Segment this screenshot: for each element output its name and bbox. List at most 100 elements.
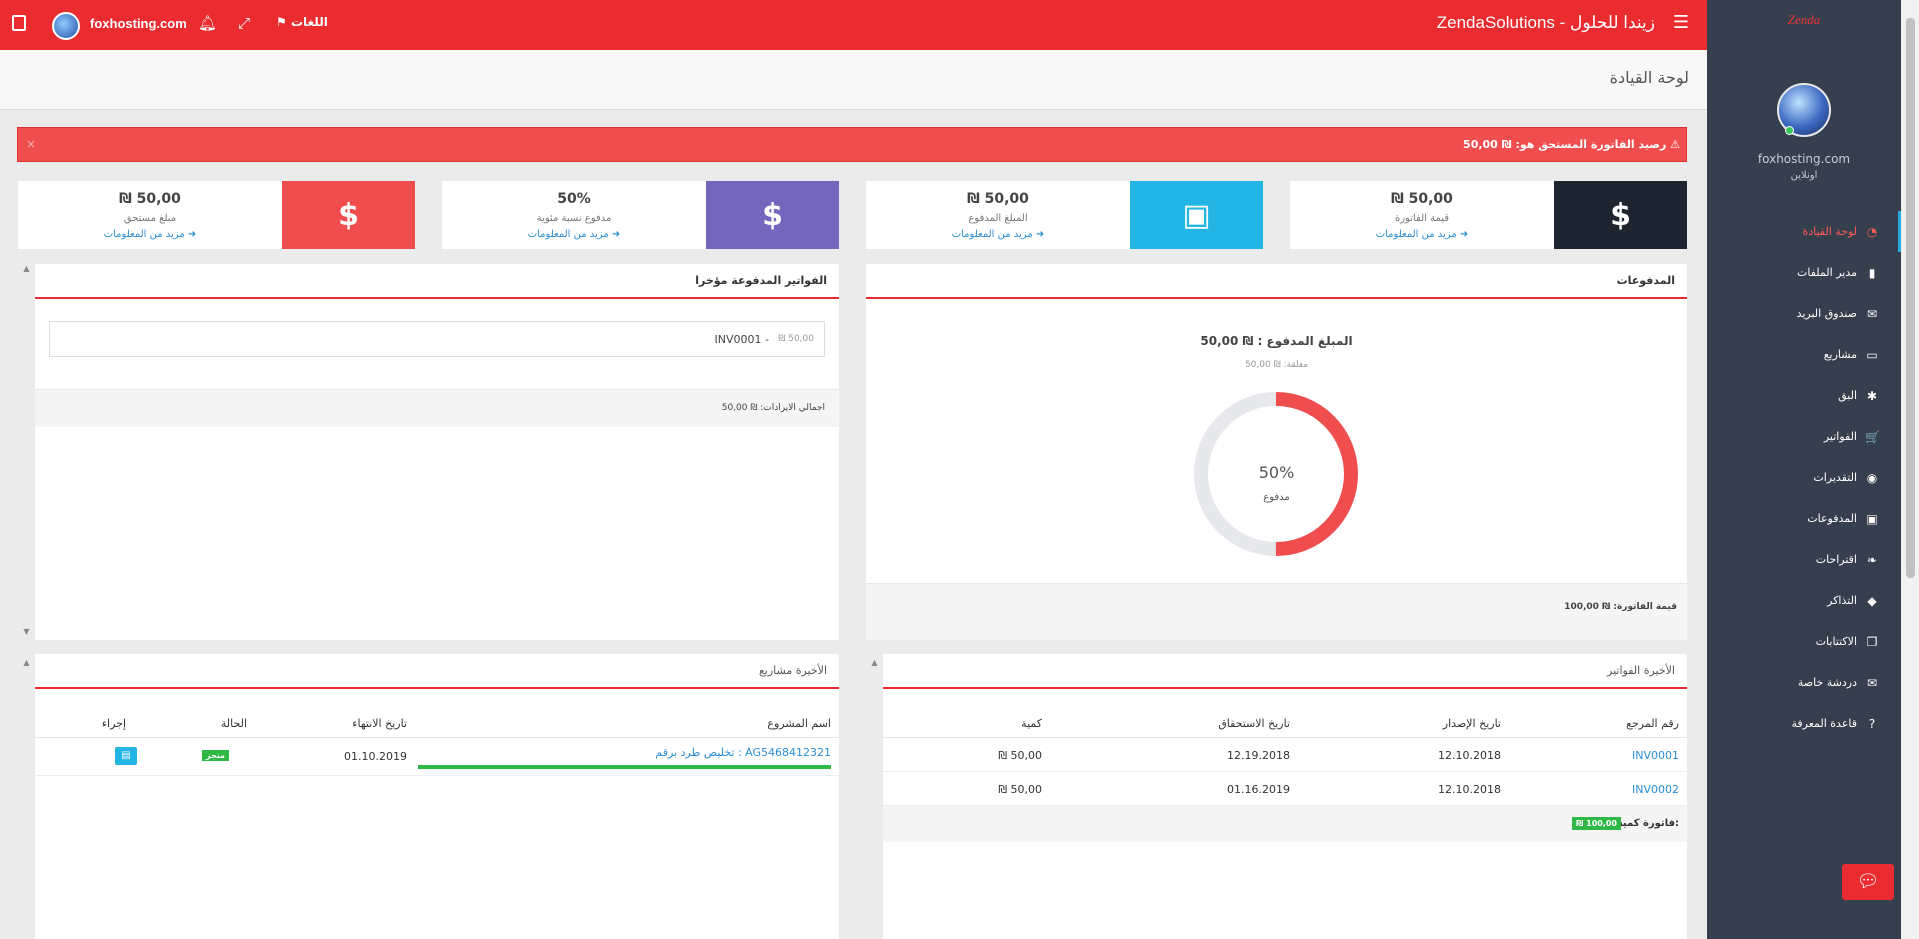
sidebar-item-projects[interactable]: مشاريع ▭	[1707, 334, 1901, 375]
sidebar-item-mailbox[interactable]: صندوق البريد ✉	[1707, 293, 1901, 334]
paid-invoice-item[interactable]: ₪ 50,00 INV0001 -	[49, 321, 825, 357]
more-info-text: مزيد من المعلومات	[1375, 229, 1457, 240]
dollar-icon: $	[706, 181, 839, 249]
project-end-date: 01.10.2019	[344, 750, 407, 763]
project-name-link[interactable]: تخليص طرد برقم : AG5468412321	[655, 746, 831, 759]
chat-button[interactable]: 💬︎	[1842, 864, 1894, 900]
panel-scrollbar[interactable]: ▲	[18, 654, 35, 939]
invoice-total-label: فاتورة كمية:	[1616, 818, 1679, 829]
folder-open-icon: ▭	[1866, 347, 1878, 362]
panel-divider	[35, 297, 839, 299]
projects-table: اسم المشروع تاريخ الانتهاء الحالة إجراء …	[35, 708, 839, 776]
sidebar-item-label: صندوق البريد	[1796, 307, 1857, 320]
sidebar-item-payments[interactable]: المدفوعات ▣	[1707, 498, 1901, 539]
more-info-link[interactable]: مزيد من المعلومات ➜	[1290, 229, 1554, 240]
gauge-icon: ◉	[1866, 470, 1878, 485]
language-menu[interactable]: ⚑ اللغات	[276, 15, 328, 29]
dollar-icon: $	[1554, 181, 1687, 249]
paid-invoice-amount: ₪ 50,00	[778, 334, 814, 344]
stat-label: مبلغ مستحق	[123, 213, 177, 224]
scroll-up-icon[interactable]: ▲	[866, 658, 883, 667]
recent-projects-panel: الأخيرة مشاريع اسم المشروع تاريخ الانتها…	[35, 654, 839, 939]
invoice-issued: 12.10.2018	[1438, 783, 1501, 796]
arrow-circle-icon: ➜	[1035, 229, 1045, 240]
sidebar-item-tickets[interactable]: التذاكر ◆	[1707, 580, 1901, 621]
stat-value: ₪ 50,00	[1391, 191, 1453, 207]
sidebar-item-label: دردشة خاصة	[1797, 676, 1857, 689]
recent-invoices-panel: الأخيرة الفواتير رقم المرجع تاريخ الإصدا…	[883, 654, 1687, 939]
col-due: تاريخ الاستحقاق	[1218, 717, 1290, 730]
stat-amount-due: $ ₪ 50,00 مبلغ مستحق مزيد من المعلومات ➜	[18, 181, 415, 249]
user-site-name[interactable]: foxhosting.com	[90, 16, 187, 31]
user-avatar[interactable]	[52, 12, 80, 40]
sidebar-item-subscriptions[interactable]: الاكتتابات ❐	[1707, 621, 1901, 662]
invoice-total-row: فاتورة كمية: ₪ 100,00	[883, 806, 1687, 842]
col-action: إجراء	[101, 717, 126, 730]
sidebar-item-bugs[interactable]: البق ✱	[1707, 375, 1901, 416]
project-status-badge: منجز	[202, 750, 229, 761]
page-scrollbar[interactable]	[1902, 0, 1919, 939]
table-header-row: رقم المرجع تاريخ الإصدار تاريخ الاستحقاق…	[883, 708, 1687, 738]
sidebar-item-label: مدير الملفات	[1797, 266, 1857, 279]
table-row: INV0002 12.10.2018 01.16.2019 ₪ 50,00	[883, 772, 1687, 806]
panel-scrollbar[interactable]: ▲	[866, 654, 883, 939]
bell-icon[interactable]: 🔔︎	[198, 14, 217, 32]
panel-title: الأخيرة الفواتير	[1607, 664, 1675, 677]
invoice-ref-link[interactable]: INV0002	[1632, 783, 1679, 796]
app-logo[interactable]: Zenda	[1761, 12, 1847, 32]
close-icon[interactable]: ×	[26, 137, 36, 151]
due-balance-alert: × رصيد الفاتورة المستحق هو: ₪ 50,00 ⚠	[17, 127, 1687, 162]
alert-text: رصيد الفاتورة المستحق هو: ₪ 50,00	[1463, 138, 1667, 151]
sidebar-item-dashboard[interactable]: لوحة القيادة ◔	[1707, 211, 1901, 252]
stat-label: قيمة الفاتورة	[1394, 213, 1450, 224]
question-circle-icon: ?	[1868, 716, 1876, 731]
scroll-up-icon[interactable]: ▲	[18, 264, 35, 273]
sidebar-item-knowledge-base[interactable]: قاعدة المعرفة?	[1707, 703, 1901, 744]
file-icon: ▮	[1868, 265, 1876, 280]
dollar-icon: $	[282, 181, 415, 249]
sidebar-item-estimates[interactable]: التقديرات ◉	[1707, 457, 1901, 498]
sidebar-item-label: التقديرات	[1813, 471, 1857, 484]
more-info-text: مزيد من المعلومات	[527, 229, 609, 240]
panel-scrollbar[interactable]: ▲ ▼	[18, 264, 35, 640]
sidebar-item-proposals[interactable]: اقتراحات ❧	[1707, 539, 1901, 580]
flag-icon: ⚑	[276, 15, 287, 29]
hamburger-icon[interactable]: ☰	[1673, 12, 1689, 33]
top-bar: foxhosting.com 🔔︎ ⤢ ⚑ اللغات ZendaSoluti…	[0, 0, 1707, 50]
page-scrollbar-thumb[interactable]	[1906, 18, 1915, 578]
scroll-down-icon[interactable]: ▼	[18, 627, 35, 636]
stat-paid-amount: ▣ ₪ 50,00 المبلغ المدفوع مزيد من المعلوم…	[866, 181, 1263, 249]
more-info-text: مزيد من المعلومات	[103, 229, 185, 240]
sidebar-item-label: الاكتتابات	[1815, 635, 1857, 648]
language-label: اللغات	[290, 15, 328, 29]
money-icon: ▣	[1130, 181, 1263, 249]
sidebar-item-file-manager[interactable]: مدير الملفات ▮	[1707, 252, 1901, 293]
sidebar-nav: لوحة القيادة ◔ مدير الملفات ▮ صندوق البريد…	[1707, 211, 1901, 744]
sidebar-item-invoices[interactable]: الفواتير 🛒	[1707, 416, 1901, 457]
panel-title: المدفوعات	[1616, 274, 1675, 287]
table-header-row: اسم المشروع تاريخ الانتهاء الحالة إجراء	[35, 708, 839, 738]
invoice-ref-link[interactable]: INV0001	[1632, 749, 1679, 762]
warning-icon: ⚠	[1670, 138, 1680, 151]
more-info-link[interactable]: مزيد من المعلومات ➜	[18, 229, 282, 240]
alert-message: رصيد الفاتورة المستحق هو: ₪ 50,00 ⚠	[1463, 138, 1680, 151]
stat-paid-percent: $ 50% مدفوع نسبة مئوية مزيد من المعلومات…	[442, 181, 839, 249]
col-amount: كمية	[1021, 717, 1042, 730]
project-action-button[interactable]: ▤	[115, 747, 137, 765]
more-info-link[interactable]: مزيد من المعلومات ➜	[866, 229, 1130, 240]
envelope-icon: ✉	[1866, 675, 1878, 690]
paid-amount-text: المبلغ المدفوع : ₪ 50,00	[1200, 334, 1353, 348]
view-icon: ▤	[121, 750, 131, 761]
invoice-amount: ₪ 50,00	[998, 783, 1042, 796]
panel-title: الأخيرة مشاريع	[758, 664, 827, 677]
sidebar-item-private-chat[interactable]: دردشة خاصة ✉	[1707, 662, 1901, 703]
col-ref: رقم المرجع	[1626, 717, 1679, 730]
invoice-amount: ₪ 50,00	[998, 749, 1042, 762]
bug-icon: ✱	[1866, 388, 1878, 403]
fullscreen-icon[interactable]: ⤢	[238, 14, 250, 32]
scroll-up-icon[interactable]: ▲	[18, 658, 35, 667]
more-info-link[interactable]: مزيد من المعلومات ➜	[442, 229, 706, 240]
sidebar-item-label: قاعدة المعرفة	[1791, 717, 1857, 730]
arrow-circle-icon: ➜	[187, 229, 197, 240]
sidebar-toggle-icon[interactable]	[12, 15, 26, 31]
